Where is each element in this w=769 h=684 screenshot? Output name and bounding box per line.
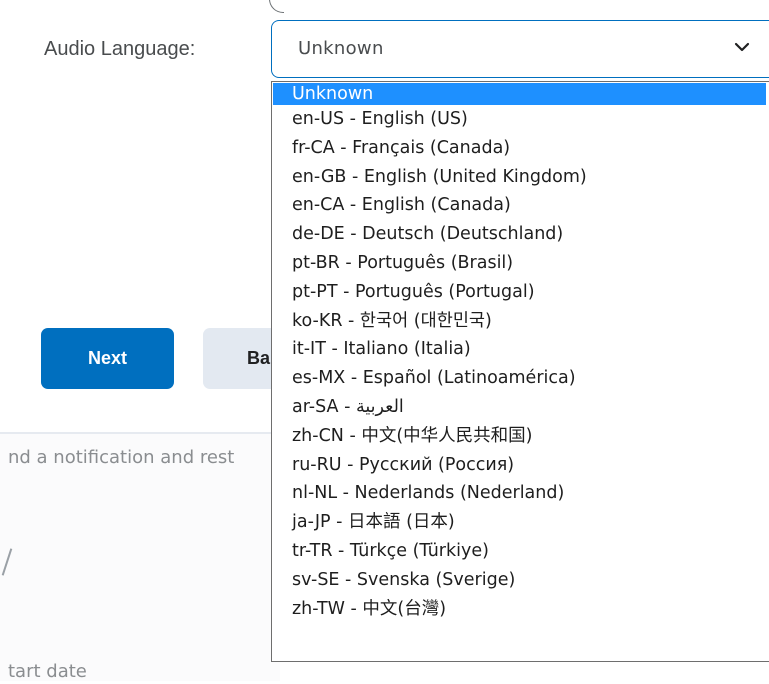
language-option[interactable]: es-MX - Español (Latinoamérica)	[272, 364, 769, 393]
language-option[interactable]: tr-TR - Türkçe (Türkiye)	[272, 537, 769, 566]
language-options-list[interactable]: Unknown en-US - English (US) fr-CA - Franç…	[271, 81, 769, 662]
language-option[interactable]: ko-KR - 한국어 (대한민국)	[272, 307, 769, 336]
notification-text: nd a notification and rest	[8, 447, 235, 468]
language-option[interactable]: en-US - English (US)	[272, 105, 769, 134]
audio-language-select[interactable]: Unknown	[271, 20, 769, 78]
language-option[interactable]: Unknown	[273, 83, 766, 105]
chevron-down-icon	[733, 38, 751, 56]
language-option[interactable]: nl-NL - Nederlands (Nederland)	[272, 479, 769, 508]
decorative-arc	[269, 0, 284, 13]
language-option[interactable]: pt-PT - Português (Portugal)	[272, 278, 769, 307]
select-value: Unknown	[298, 38, 384, 59]
language-option[interactable]: it-IT - Italiano (Italia)	[272, 335, 769, 364]
language-option[interactable]: fr-CA - Français (Canada)	[272, 134, 769, 163]
language-option[interactable]: en-GB - English (United Kingdom)	[272, 163, 769, 192]
language-option[interactable]: zh-TW - 中文(台灣)	[272, 595, 769, 624]
start-date-label: tart date	[8, 661, 87, 682]
next-button[interactable]: Next	[41, 328, 174, 389]
language-option[interactable]: pt-BR - Português (Brasil)	[272, 249, 769, 278]
language-option[interactable]: ja-JP - 日本語 (日本)	[272, 508, 769, 537]
language-option[interactable]: ar-SA - العربية	[272, 393, 769, 422]
audio-language-label: Audio Language:	[44, 38, 196, 60]
language-option[interactable]: en-CA - English (Canada)	[272, 191, 769, 220]
language-option[interactable]: de-DE - Deutsch (Deutschland)	[272, 220, 769, 249]
language-option[interactable]: ru-RU - Русский (Россия)	[272, 451, 769, 480]
language-option[interactable]: sv-SE - Svenska (Sverige)	[272, 566, 769, 595]
language-option[interactable]: zh-CN - 中文(中华人民共和国)	[272, 422, 769, 451]
